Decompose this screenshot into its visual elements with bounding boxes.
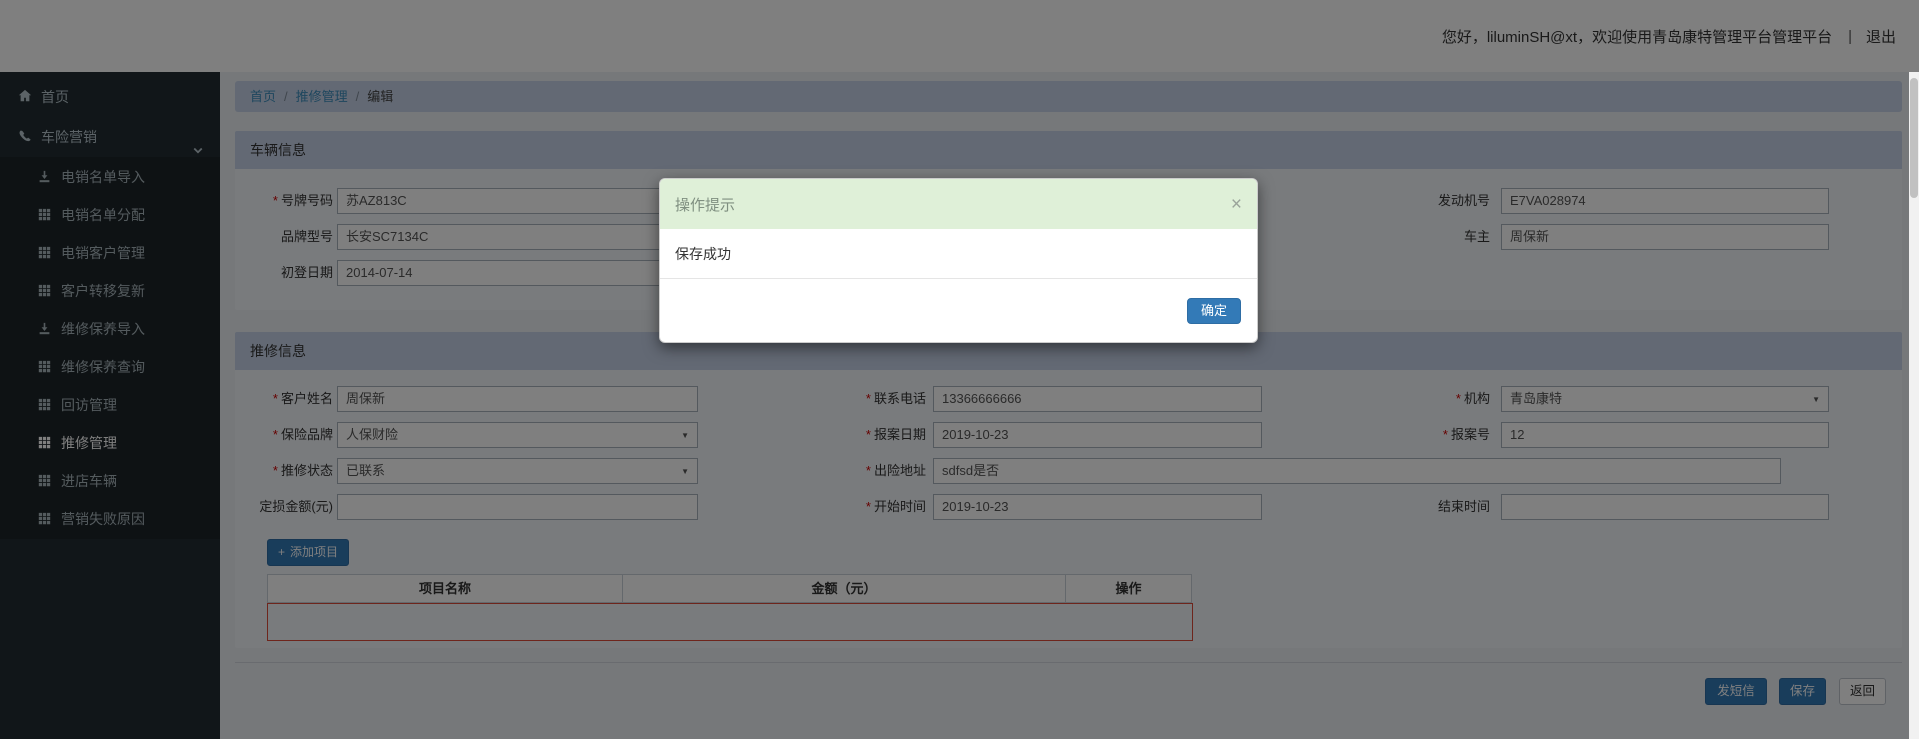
operation-prompt-modal: 操作提示 × 保存成功 确定 (659, 178, 1258, 343)
scrollbar-thumb[interactable] (1910, 78, 1918, 198)
modal-header: 操作提示 × (660, 179, 1257, 229)
close-icon[interactable]: × (1231, 195, 1242, 214)
modal-title: 操作提示 (675, 196, 736, 214)
modal-footer: 确定 (660, 278, 1257, 342)
page: 您好，liluminSH@xt，欢迎使用青岛康特管理平台管理平台 | 退出 首页… (0, 0, 1919, 739)
modal-backdrop (0, 0, 1919, 739)
confirm-button[interactable]: 确定 (1186, 298, 1241, 324)
modal-message: 保存成功 (675, 246, 731, 262)
vertical-scrollbar[interactable] (1909, 72, 1919, 739)
